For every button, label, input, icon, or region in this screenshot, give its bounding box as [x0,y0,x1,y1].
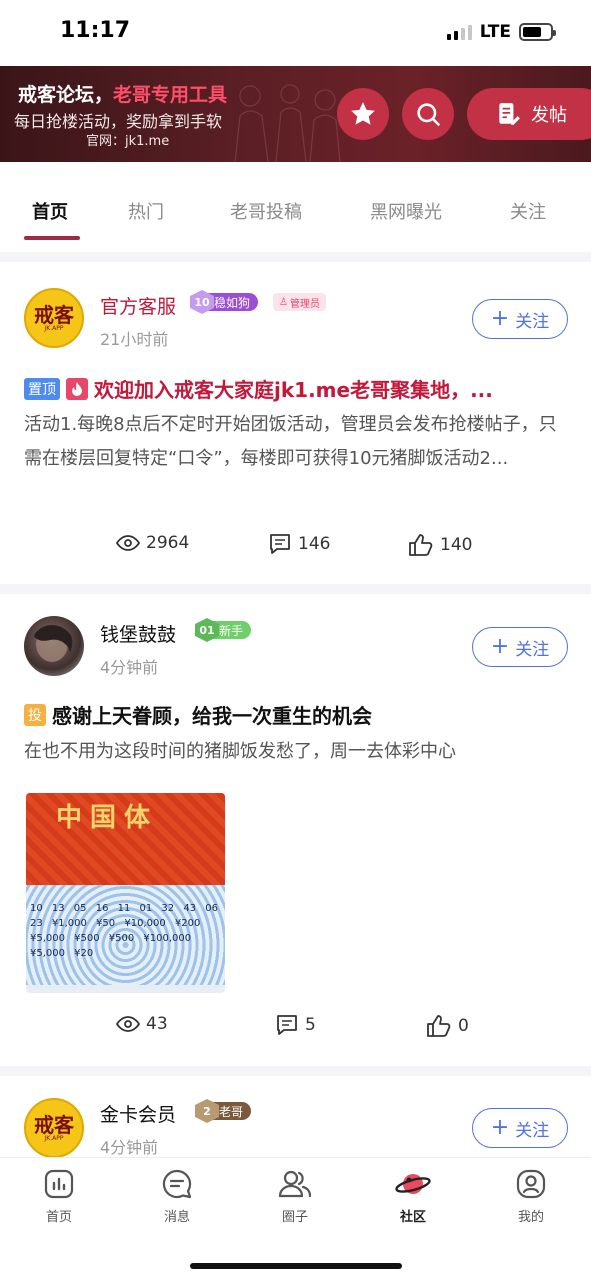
tab-home[interactable]: 首页 [32,198,68,224]
message-icon [162,1169,192,1199]
edit-document-icon [499,103,520,125]
planet-icon [395,1174,431,1194]
avatar-portrait-icon [34,625,73,662]
divider [0,584,591,594]
tab-submissions[interactable]: 老哥投稿 [230,198,302,224]
post-card[interactable]: 戒客 JK.APP 金卡会员 2 老哥 4分钟前 + 关注 [0,1076,591,1157]
like-button[interactable]: 0 [426,1014,469,1038]
username[interactable]: 官方客服 [100,292,176,319]
person-icon: ♙ [279,296,288,308]
level-badge: 2 老哥 [195,1099,252,1123]
avatar[interactable]: 戒客 JK.APP [24,288,84,348]
eye-icon [116,1016,140,1032]
post-excerpt[interactable]: 在也不用为这段时间的猪脚饭发愁了，周一去体彩中心 [24,735,572,769]
status-time: 11:17 [60,18,131,43]
comment-icon [277,1015,297,1035]
lottery-numbers: 10 13 05 16 11 01 32 43 06 23 ¥1,000 ¥50… [30,903,218,959]
home-indicator[interactable] [190,1263,402,1269]
create-post-label: 发帖 [531,105,567,126]
plus-icon: + [490,306,510,331]
nav-community[interactable]: 社区 [373,1168,453,1225]
star-icon [351,102,375,125]
promo-banner[interactable]: 戒客论坛，老哥专用工具 每日抢楼活动，奖励拿到手软 官网：jk1.me 发帖 [0,66,591,162]
comment-icon [270,534,290,554]
like-button[interactable]: 140 [408,533,472,557]
tab-blacklist[interactable]: 黑网曝光 [370,198,442,224]
avatar[interactable]: 戒客 JK.APP [24,1098,84,1157]
chart-icon [44,1169,74,1199]
battery-icon [519,23,556,41]
comments-button[interactable]: 5 [275,1014,316,1036]
post-time: 4分钟前 [100,1138,159,1157]
search-icon [417,103,440,126]
thumbs-up-icon [409,534,433,556]
favorite-button[interactable] [337,88,389,140]
thumbs-up-icon [427,1015,451,1037]
users-icon [278,1170,312,1198]
post-time: 4分钟前 [100,658,159,677]
username[interactable]: 金卡会员 [100,1100,176,1127]
username[interactable]: 钱堡鼓鼓 [100,620,176,647]
post-card[interactable]: 戒客 JK.APP 官方客服 10 稳如狗 ♙ 管理员 21小时前 + 关注 置顶 欢… [0,262,591,584]
post-excerpt[interactable]: 活动1.每晚8点后不定时开始团饭活动，管理员会发布抢楼帖子，只需在楼层回复特定“… [24,408,572,476]
eye-icon [116,535,140,551]
status-icons: LTE [446,22,556,42]
views-stat: 2964 [116,533,189,553]
banner-title: 戒客论坛，老哥专用工具 [18,84,228,106]
level-badge: 10 稳如狗 [190,290,259,314]
network-label: LTE [479,22,511,42]
status-bar: 11:17 LTE [0,0,591,66]
profile-icon [516,1169,546,1199]
follow-button[interactable]: + 关注 [472,299,568,339]
search-button[interactable] [402,88,454,140]
avatar[interactable] [24,616,84,676]
divider [0,252,591,262]
divider [0,1066,591,1076]
admin-badge: ♙ 管理员 [273,293,326,311]
post-title[interactable]: 感谢上天眷顾，给我一次重生的机会 [52,700,372,729]
submission-tag: 投 [24,703,46,726]
follow-button[interactable]: + 关注 [472,627,568,667]
post-title-row[interactable]: 置顶 欢迎加入戒客大家庭jk1.me老哥聚集地，... [24,374,564,403]
post-title-row[interactable]: 投 感谢上天眷顾，给我一次重生的机会 [24,700,564,729]
nav-circles[interactable]: 圈子 [255,1168,335,1225]
create-post-button[interactable]: 发帖 [467,88,591,140]
post-time: 21小时前 [100,330,169,349]
follow-button[interactable]: + 关注 [472,1108,568,1148]
post-stats: 43 5 0 [0,1014,591,1044]
post-card[interactable]: 钱堡鼓鼓 01 新手 4分钟前 + 关注 投 感谢上天眷顾，给我一次重生的机会 在也… [0,594,591,1066]
bottom-navigation: 首页 消息 圈子 社区 我的 [0,1157,591,1280]
comments-button[interactable]: 146 [268,533,330,555]
tab-following[interactable]: 关注 [510,198,546,224]
plus-icon: + [490,634,510,659]
plus-icon: + [490,1115,510,1140]
banner-site: 官网：jk1.me [86,134,170,149]
post-title[interactable]: 欢迎加入戒客大家庭jk1.me老哥聚集地，... [94,374,493,403]
active-tab-indicator [24,236,80,240]
nav-profile[interactable]: 我的 [491,1168,571,1225]
tab-hot[interactable]: 热门 [128,198,164,224]
level-badge: 01 新手 [195,618,252,642]
post-image-lottery-ticket[interactable]: 中国体 10 13 05 16 11 01 32 43 06 23 ¥1,000… [26,793,225,993]
pinned-tag: 置顶 [24,377,60,400]
views-stat: 43 [116,1014,168,1034]
post-stats: 2964 146 140 [0,533,591,563]
signal-icon [446,24,472,40]
feed-tabs: 首页 热门 老哥投稿 黑网曝光 关注 [0,162,591,250]
nav-home[interactable]: 首页 [19,1168,99,1225]
fire-icon [66,377,88,400]
nav-messages[interactable]: 消息 [137,1168,217,1225]
banner-subtitle: 每日抢楼活动，奖励拿到手软 [14,112,223,131]
